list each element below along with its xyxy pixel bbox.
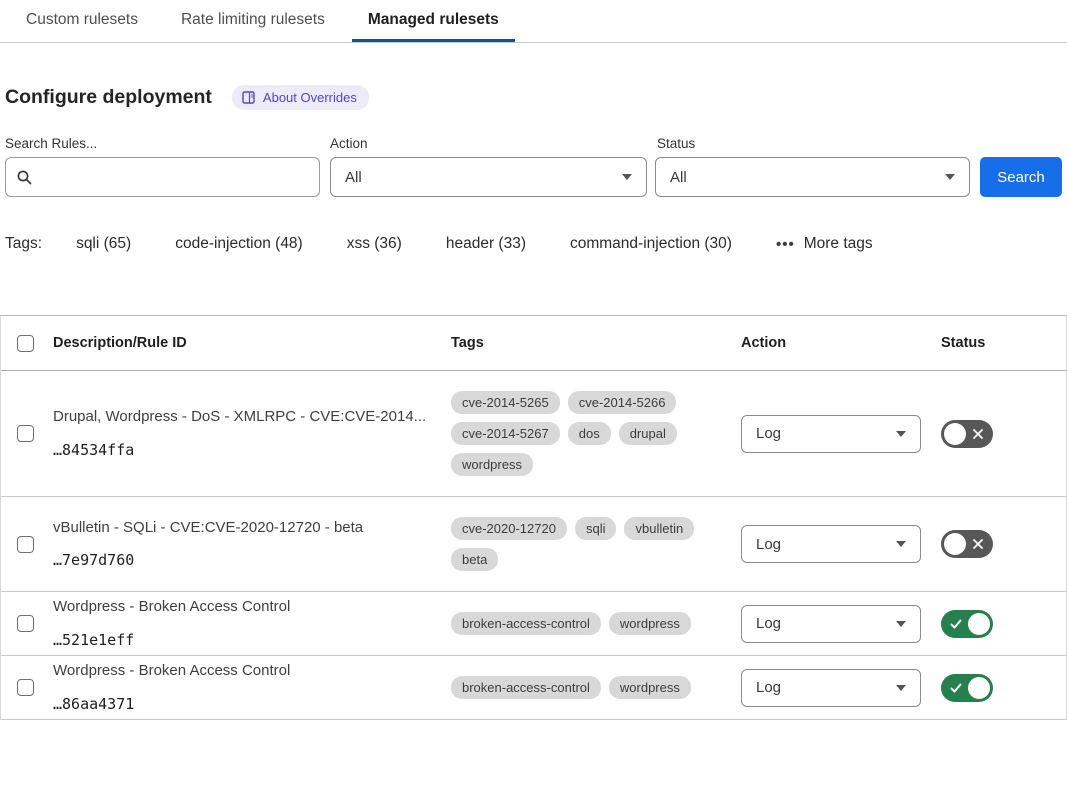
tag-pill: cve-2014-5265	[451, 391, 560, 414]
ruleset-tabbar: Custom rulesets Rate limiting rulesets Man…	[0, 0, 1067, 43]
chevron-down-icon	[896, 431, 906, 437]
toggle-knob	[968, 677, 990, 699]
action-filter-select[interactable]: All	[330, 157, 647, 197]
tag-filter-link[interactable]: sqli (65)	[76, 235, 131, 252]
tag-pill: drupal	[619, 422, 677, 445]
rule-tags: cve-2014-5265 cve-2014-5266 cve-2014-5267 d…	[451, 371, 699, 496]
tag-pill: wordpress	[609, 676, 691, 699]
toggle-state-icon	[949, 681, 963, 700]
column-header-action: Action	[741, 335, 941, 351]
rule-tags: broken-access-control wordpress	[451, 656, 699, 719]
about-overrides-link[interactable]: About Overrides	[232, 85, 369, 110]
rule-status-toggle[interactable]	[941, 420, 993, 448]
about-overrides-label: About Overrides	[263, 90, 357, 105]
page-title: Configure deployment	[5, 86, 212, 109]
rule-id: …521e1eff	[53, 631, 427, 649]
column-header-status: Status	[941, 335, 1066, 351]
more-tags-label: More tags	[804, 235, 873, 253]
rule-action-value: Log	[756, 425, 781, 442]
rule-action-select[interactable]: Log	[741, 525, 921, 563]
table-header-row: Description/Rule ID Tags Action Status	[1, 316, 1066, 371]
row-checkbox[interactable]	[17, 615, 34, 632]
select-all-checkbox[interactable]	[17, 335, 34, 352]
rule-description: Wordpress - Broken Access Control	[53, 662, 427, 681]
rule-description: vBulletin - SQLi - CVE:CVE-2020-12720 - …	[53, 519, 427, 538]
tab-rate-limiting-rulesets[interactable]: Rate limiting rulesets	[179, 1, 327, 41]
toggle-state-icon	[971, 537, 985, 556]
table-row: vBulletin - SQLi - CVE:CVE-2020-12720 - …	[1, 497, 1066, 592]
rule-action-value: Log	[756, 679, 781, 696]
column-header-description: Description/Rule ID	[53, 335, 451, 351]
tag-pill: cve-2014-5267	[451, 422, 560, 445]
row-checkbox[interactable]	[17, 425, 34, 442]
search-icon	[16, 169, 33, 186]
rule-id: …86aa4371	[53, 695, 427, 713]
tag-pill: dos	[568, 422, 611, 445]
chevron-down-icon	[896, 685, 906, 691]
tag-pill: broken-access-control	[451, 612, 601, 635]
tag-pill: beta	[451, 548, 498, 571]
more-tags-button[interactable]: ••• More tags	[776, 235, 873, 253]
tag-pill: wordpress	[609, 612, 691, 635]
tag-filter-link[interactable]: header (33)	[446, 235, 526, 252]
rule-action-value: Log	[756, 615, 781, 632]
book-icon	[242, 91, 256, 104]
action-filter-label: Action	[330, 136, 647, 151]
search-rules-box	[5, 157, 320, 197]
action-filter-value: All	[345, 169, 362, 186]
chevron-down-icon	[622, 174, 632, 180]
column-header-tags: Tags	[451, 335, 741, 351]
table-row: Drupal, Wordpress - DoS - XMLRPC - CVE:C…	[1, 371, 1066, 497]
tab-managed-rulesets[interactable]: Managed rulesets	[366, 1, 501, 41]
status-filter-value: All	[670, 169, 687, 186]
tag-pill: cve-2020-12720	[451, 517, 567, 540]
rule-id: …84534ffa	[53, 441, 427, 459]
chevron-down-icon	[896, 541, 906, 547]
rule-description: Drupal, Wordpress - DoS - XMLRPC - CVE:C…	[53, 408, 427, 427]
rule-tags: cve-2020-12720 sqli vbulletin beta	[451, 497, 699, 591]
rules-table: Description/Rule ID Tags Action Status D…	[0, 315, 1067, 720]
tag-pill: wordpress	[451, 453, 533, 476]
rule-action-value: Log	[756, 536, 781, 553]
tag-filter-link[interactable]: command-injection (30)	[570, 235, 732, 252]
table-row: Wordpress - Broken Access Control …521e1…	[1, 592, 1066, 656]
table-row: Wordpress - Broken Access Control …86aa4…	[1, 656, 1066, 720]
toggle-state-icon	[949, 617, 963, 636]
rule-id: …7e97d760	[53, 551, 427, 569]
tag-pill: vbulletin	[624, 517, 694, 540]
rule-action-select[interactable]: Log	[741, 605, 921, 643]
row-checkbox[interactable]	[17, 679, 34, 696]
tags-bar-label: Tags:	[5, 235, 42, 253]
search-rules-input[interactable]	[41, 169, 309, 186]
rule-status-toggle[interactable]	[941, 530, 993, 558]
row-checkbox[interactable]	[17, 536, 34, 553]
search-button[interactable]: Search	[980, 157, 1062, 197]
tag-pill: broken-access-control	[451, 676, 601, 699]
tag-filter-link[interactable]: code-injection (48)	[175, 235, 303, 252]
tag-pill: cve-2014-5266	[568, 391, 677, 414]
tags-bar: Tags: sqli (65) code-injection (48) xss (3…	[0, 235, 1067, 253]
rule-status-toggle[interactable]	[941, 610, 993, 638]
toggle-knob	[944, 423, 966, 445]
filter-row: Search Rules... Action All Status All Se…	[0, 136, 1067, 197]
toggle-knob	[968, 613, 990, 635]
chevron-down-icon	[945, 174, 955, 180]
chevron-down-icon	[896, 621, 906, 627]
tab-custom-rulesets[interactable]: Custom rulesets	[24, 1, 140, 41]
status-filter-select[interactable]: All	[655, 157, 970, 197]
status-filter-label: Status	[657, 136, 970, 151]
page-header: Configure deployment About Overrides	[0, 85, 1067, 110]
ellipsis-icon: •••	[776, 236, 795, 253]
search-rules-label: Search Rules...	[5, 136, 320, 151]
rule-action-select[interactable]: Log	[741, 415, 921, 453]
rule-status-toggle[interactable]	[941, 674, 993, 702]
toggle-knob	[944, 533, 966, 555]
tag-pill: sqli	[575, 517, 617, 540]
toggle-state-icon	[971, 427, 985, 446]
rule-action-select[interactable]: Log	[741, 669, 921, 707]
rule-description: Wordpress - Broken Access Control	[53, 598, 427, 617]
rule-tags: broken-access-control wordpress	[451, 592, 699, 655]
tag-filter-link[interactable]: xss (36)	[347, 235, 402, 252]
